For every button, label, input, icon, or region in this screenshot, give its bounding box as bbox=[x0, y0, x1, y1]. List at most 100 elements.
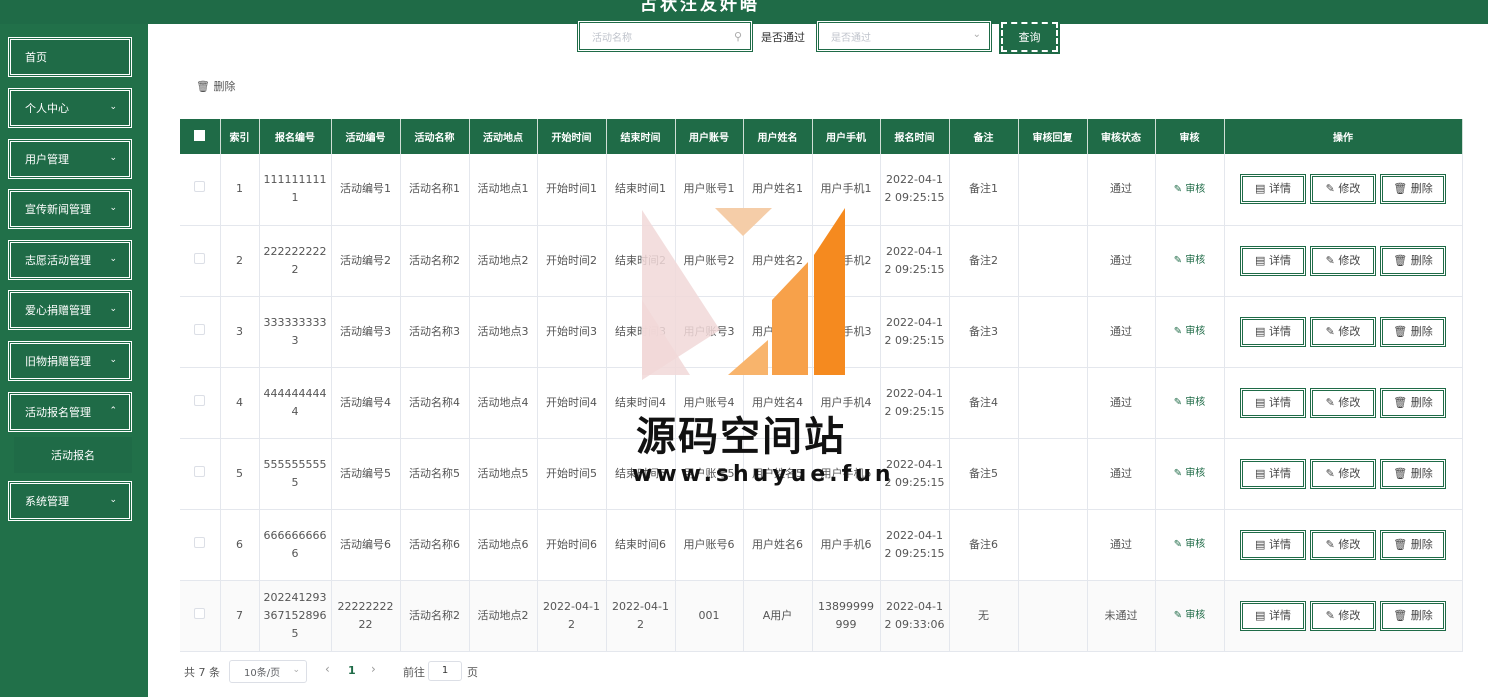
cell-reply bbox=[1018, 438, 1088, 510]
edit-button[interactable]: ✎ 修改 bbox=[1310, 316, 1376, 347]
cell-remark: 备注1 bbox=[949, 154, 1019, 226]
audit-label: 审核 bbox=[1185, 255, 1206, 266]
row-checkbox[interactable] bbox=[180, 154, 221, 226]
detail-button[interactable]: ▤ 详情 bbox=[1240, 174, 1306, 205]
cell-audit[interactable]: ✎ 审核 bbox=[1155, 154, 1225, 226]
batch-delete-button[interactable]: 🗑 删除 bbox=[196, 78, 235, 94]
audit-link[interactable]: ✎ 审核 bbox=[1174, 397, 1206, 408]
cell-audit[interactable]: ✎ 审核 bbox=[1155, 225, 1225, 297]
cell-status: 通过 bbox=[1087, 225, 1156, 297]
edit-button[interactable]: ✎ 修改 bbox=[1310, 174, 1376, 205]
cell-reg-time: 2022-04-12 09:25:15 bbox=[880, 225, 950, 297]
query-button[interactable]: 查询 bbox=[999, 20, 1060, 54]
cell-place: 活动地点1 bbox=[469, 154, 538, 226]
cell-phone: 用户手机1 bbox=[812, 154, 881, 226]
next-page-button[interactable]: › bbox=[371, 662, 376, 676]
audit-link[interactable]: ✎ 审核 bbox=[1174, 326, 1206, 337]
audit-link[interactable]: ✎ 审核 bbox=[1174, 184, 1206, 195]
edit-icon: ✎ bbox=[1173, 183, 1183, 195]
delete-label: 删除 bbox=[1410, 608, 1433, 622]
cell-status: 通过 bbox=[1087, 509, 1156, 581]
detail-button[interactable]: ▤ 详情 bbox=[1240, 458, 1306, 489]
table-row: 2 2222222222 活动编号2 活动名称2 活动地点2 开始时间2 结束时间2 用户账号… bbox=[180, 225, 1463, 297]
sidebar-item-news-management[interactable]: 宣传新闻管理 ⌄ bbox=[7, 188, 133, 230]
edit-icon: ✎ bbox=[1325, 324, 1335, 338]
cell-account: 用户账号5 bbox=[675, 438, 744, 510]
delete-button[interactable]: 🗑 删除 bbox=[1380, 174, 1446, 205]
delete-button[interactable]: 🗑 删除 bbox=[1380, 529, 1446, 560]
delete-button[interactable]: 🗑 删除 bbox=[1380, 245, 1446, 276]
cell-audit[interactable]: ✎ 审核 bbox=[1155, 438, 1225, 510]
edit-button[interactable]: ✎ 修改 bbox=[1310, 600, 1376, 631]
chevron-down-icon: ⌄ bbox=[109, 304, 117, 314]
sidebar-item-label: 用户管理 bbox=[25, 153, 69, 166]
activity-name-search-input[interactable]: 活动名称 ⚲ bbox=[577, 20, 753, 52]
col-header: 开始时间 bbox=[537, 119, 607, 154]
goto-page-input[interactable]: 1 bbox=[428, 661, 462, 681]
sidebar-item-volunteer-management[interactable]: 志愿活动管理 ⌄ bbox=[7, 239, 133, 281]
page-size-select[interactable]: 10条/页 ⌄ bbox=[229, 660, 307, 683]
cell-act-no: 活动编号5 bbox=[331, 438, 401, 510]
row-checkbox[interactable] bbox=[180, 438, 221, 510]
edit-button[interactable]: ✎ 修改 bbox=[1310, 245, 1376, 276]
audit-link[interactable]: ✎ 审核 bbox=[1174, 610, 1206, 621]
sidebar-item-donation-management[interactable]: 爱心捐赠管理 ⌄ bbox=[7, 289, 133, 331]
row-checkbox[interactable] bbox=[180, 580, 221, 652]
detail-button[interactable]: ▤ 详情 bbox=[1240, 245, 1306, 276]
cell-end: 结束时间4 bbox=[606, 367, 676, 439]
app-title: 占状汪友奸晤 bbox=[640, 0, 760, 15]
document-icon: ▤ bbox=[1255, 182, 1266, 196]
edit-button[interactable]: ✎ 修改 bbox=[1310, 458, 1376, 489]
pass-filter-select[interactable]: 是否通过 ⌄ bbox=[816, 20, 992, 52]
sidebar-item-home[interactable]: 首页 bbox=[7, 36, 133, 78]
sidebar-item-user-management[interactable]: 用户管理 ⌄ bbox=[7, 138, 133, 180]
sidebar-item-system-management[interactable]: 系统管理 ⌄ bbox=[7, 480, 133, 522]
delete-button[interactable]: 🗑 删除 bbox=[1380, 316, 1446, 347]
detail-label: 详情 bbox=[1268, 466, 1291, 480]
edit-button[interactable]: ✎ 修改 bbox=[1310, 529, 1376, 560]
audit-link[interactable]: ✎ 审核 bbox=[1174, 468, 1206, 479]
detail-button[interactable]: ▤ 详情 bbox=[1240, 600, 1306, 631]
row-checkbox[interactable] bbox=[180, 296, 221, 368]
cell-reg-time: 2022-04-12 09:25:15 bbox=[880, 154, 950, 226]
detail-button[interactable]: ▤ 详情 bbox=[1240, 387, 1306, 418]
row-checkbox[interactable] bbox=[180, 367, 221, 439]
detail-label: 详情 bbox=[1268, 182, 1291, 196]
cell-phone: 用户手机3 bbox=[812, 296, 881, 368]
detail-button[interactable]: ▤ 详情 bbox=[1240, 529, 1306, 560]
sidebar-item-used-goods-management[interactable]: 旧物捐赠管理 ⌄ bbox=[7, 340, 133, 382]
prev-page-button[interactable]: ‹ bbox=[325, 662, 330, 676]
sidebar-item-signup-management[interactable]: 活动报名管理 ⌃ bbox=[7, 391, 133, 433]
detail-button[interactable]: ▤ 详情 bbox=[1240, 316, 1306, 347]
cell-place: 活动地点3 bbox=[469, 296, 538, 368]
delete-label: 删除 bbox=[1410, 182, 1433, 196]
edit-label: 修改 bbox=[1338, 253, 1361, 267]
cell-reg-time: 2022-04-12 09:25:15 bbox=[880, 296, 950, 368]
delete-button[interactable]: 🗑 删除 bbox=[1380, 458, 1446, 489]
col-header: 结束时间 bbox=[606, 119, 676, 154]
delete-button[interactable]: 🗑 删除 bbox=[1380, 387, 1446, 418]
sidebar-subitem-signup[interactable]: 活动报名 bbox=[14, 437, 132, 473]
cell-audit[interactable]: ✎ 审核 bbox=[1155, 367, 1225, 439]
cell-remark: 备注5 bbox=[949, 438, 1019, 510]
cell-audit[interactable]: ✎ 审核 bbox=[1155, 580, 1225, 652]
cell-reg-no: 1111111111 bbox=[259, 154, 332, 226]
cell-account: 用户账号1 bbox=[675, 154, 744, 226]
col-header: 用户账号 bbox=[675, 119, 744, 154]
audit-link[interactable]: ✎ 审核 bbox=[1174, 539, 1206, 550]
edit-button[interactable]: ✎ 修改 bbox=[1310, 387, 1376, 418]
cell-audit[interactable]: ✎ 审核 bbox=[1155, 509, 1225, 581]
cell-audit[interactable]: ✎ 审核 bbox=[1155, 296, 1225, 368]
edit-label: 修改 bbox=[1338, 182, 1361, 196]
delete-label: 删除 bbox=[1410, 395, 1433, 409]
delete-button[interactable]: 🗑 删除 bbox=[1380, 600, 1446, 631]
row-checkbox[interactable] bbox=[180, 225, 221, 297]
sidebar-item-label: 旧物捐赠管理 bbox=[25, 355, 91, 368]
select-all-checkbox[interactable] bbox=[180, 119, 221, 154]
row-checkbox[interactable] bbox=[180, 509, 221, 581]
sidebar-item-personal-center[interactable]: 个人中心 ⌄ bbox=[7, 87, 133, 129]
audit-link[interactable]: ✎ 审核 bbox=[1174, 255, 1206, 266]
cell-remark: 备注4 bbox=[949, 367, 1019, 439]
cell-reg-no: 4444444444 bbox=[259, 367, 332, 439]
page-number-current[interactable]: 1 bbox=[348, 664, 356, 677]
